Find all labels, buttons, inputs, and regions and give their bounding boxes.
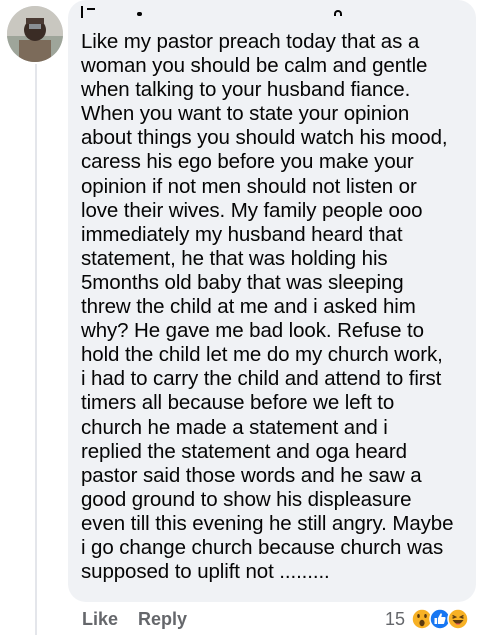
author-name-fragment [87,8,95,10]
comment-author[interactable] [81,6,464,30]
haha-reaction-icon [447,608,469,630]
reaction-summary[interactable]: 15 [385,606,469,632]
avatar[interactable] [7,6,63,62]
reply-button[interactable]: Reply [138,609,187,630]
thread-line [35,64,37,635]
author-name-fragment [137,12,142,16]
author-name-fragment [334,10,342,16]
avatar-photo [7,6,63,62]
reaction-icons [411,608,469,630]
author-name-fragment [81,6,83,18]
reaction-count: 15 [384,608,405,629]
comment-bubble: Like my pastor preach today that as a wo… [68,0,476,602]
comment-actions: Like Reply [82,606,187,632]
redacted-author-name [83,6,343,14]
like-button[interactable]: Like [82,609,118,630]
comment-text: Like my pastor preach today that as a wo… [81,30,454,584]
